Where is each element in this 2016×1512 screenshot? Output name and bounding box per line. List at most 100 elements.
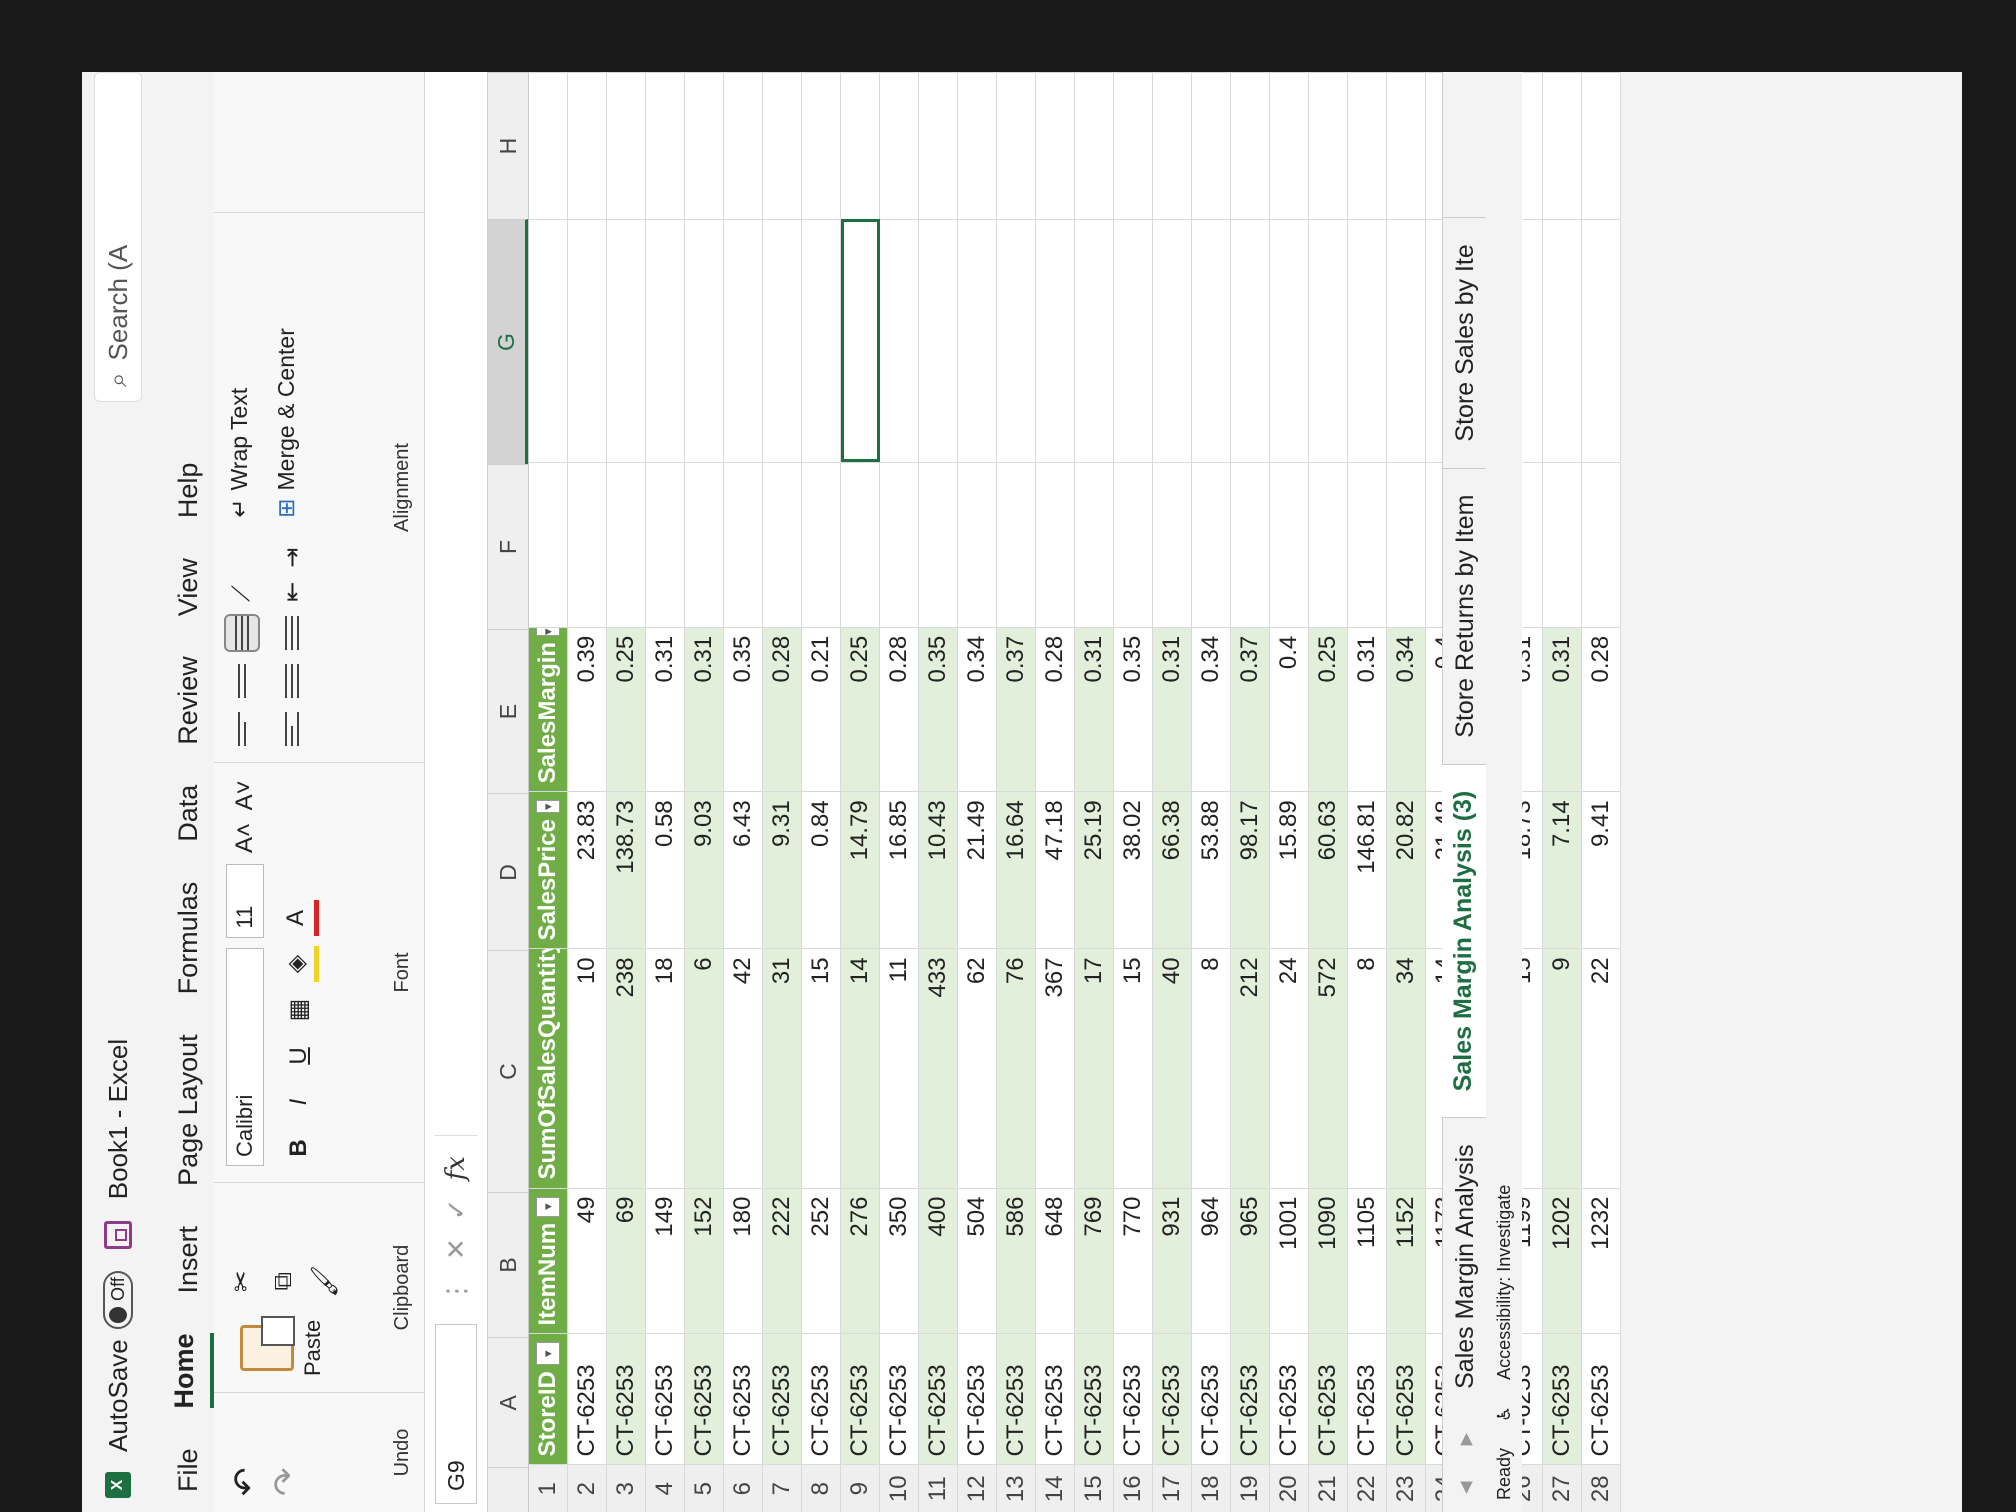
tab-review[interactable]: Review [173, 656, 214, 745]
tab-home[interactable]: Home [169, 1333, 214, 1409]
table-cell[interactable]: 149 [646, 1187, 685, 1334]
column-header[interactable]: H [488, 72, 528, 220]
table-cell[interactable]: 238 [607, 948, 646, 1188]
table-cell[interactable]: 9 [1543, 948, 1582, 1188]
row-number[interactable]: 21 [1309, 1464, 1348, 1512]
align-top-icon[interactable] [226, 712, 258, 746]
table-cell[interactable]: 9.03 [685, 791, 724, 949]
row-number[interactable]: 15 [1075, 1464, 1114, 1512]
table-cell[interactable]: 770 [1114, 1187, 1153, 1334]
table-cell[interactable]: 0.28 [880, 626, 919, 792]
empty-cell[interactable] [1036, 219, 1075, 463]
empty-cell[interactable] [1543, 462, 1582, 627]
table-cell[interactable]: CT-6253 [568, 1333, 607, 1465]
empty-cell[interactable] [1582, 462, 1621, 627]
table-cell[interactable]: 0.58 [646, 791, 685, 949]
table-cell[interactable]: 0.31 [646, 626, 685, 792]
redo-icon[interactable]: ↷ [266, 1468, 306, 1497]
underline-button[interactable]: U [281, 1038, 317, 1074]
align-middle-icon[interactable] [226, 664, 258, 698]
empty-cell[interactable] [841, 219, 880, 463]
font-size-select[interactable]: 11 [226, 864, 264, 938]
row-number[interactable]: 4 [646, 1464, 685, 1512]
row-number[interactable]: 10 [880, 1464, 919, 1512]
empty-cell[interactable] [1075, 219, 1114, 463]
format-painter-icon[interactable]: 🖌 [309, 1265, 340, 1298]
empty-cell[interactable] [646, 462, 685, 627]
empty-cell[interactable] [841, 462, 880, 627]
save-icon[interactable] [104, 1221, 132, 1250]
empty-cell[interactable] [763, 72, 802, 220]
empty-cell[interactable] [1192, 72, 1231, 220]
search-box[interactable]: ⌕ Search (A [94, 72, 142, 402]
table-cell[interactable]: 7.14 [1543, 791, 1582, 949]
table-cell[interactable]: CT-6253 [1231, 1333, 1270, 1465]
table-cell[interactable]: 47.18 [1036, 791, 1075, 949]
empty-cell[interactable] [1153, 219, 1192, 463]
empty-cell[interactable] [1153, 72, 1192, 220]
sheet-tab[interactable]: Store Sales by Ite [1443, 217, 1487, 468]
empty-cell[interactable] [997, 219, 1036, 463]
borders-icon[interactable]: ▦ [281, 992, 317, 1028]
table-cell[interactable]: 572 [1309, 948, 1348, 1188]
empty-cell[interactable] [607, 462, 646, 627]
table-cell[interactable]: 10.43 [919, 791, 958, 949]
table-cell[interactable]: 0.35 [724, 626, 763, 792]
empty-cell[interactable] [685, 72, 724, 220]
empty-cell[interactable] [997, 462, 1036, 627]
table-cell[interactable]: CT-6253 [997, 1333, 1036, 1465]
decrease-indent-icon[interactable]: ⇤ [278, 582, 307, 602]
empty-cell[interactable] [958, 462, 997, 627]
empty-cell[interactable] [1153, 462, 1192, 627]
table-cell[interactable]: 648 [1036, 1187, 1075, 1334]
empty-cell[interactable] [919, 72, 958, 220]
empty-cell[interactable] [763, 462, 802, 627]
empty-cell[interactable] [1075, 462, 1114, 627]
formula-input[interactable] [435, 72, 477, 1137]
table-cell[interactable]: 0.25 [1309, 626, 1348, 792]
table-cell[interactable]: 1090 [1309, 1187, 1348, 1334]
enter-icon[interactable]: ✓ [441, 1198, 472, 1220]
empty-cell[interactable] [1543, 72, 1582, 220]
accessibility-status[interactable]: Accessibility: Investigate [1494, 1185, 1515, 1380]
table-cell[interactable]: 367 [1036, 948, 1075, 1188]
table-cell[interactable]: 24 [1270, 948, 1309, 1188]
sheet-tab[interactable]: Sales Margin Analysis [1443, 1117, 1487, 1415]
row-number[interactable]: 8 [802, 1464, 841, 1512]
table-header-cell[interactable]: ItemNum ▾ [529, 1187, 568, 1334]
tab-formulas[interactable]: Formulas [173, 882, 214, 995]
table-cell[interactable]: 20.82 [1387, 791, 1426, 949]
empty-cell[interactable] [646, 72, 685, 220]
empty-cell[interactable] [802, 72, 841, 220]
table-cell[interactable]: 0.25 [607, 626, 646, 792]
filter-dropdown-icon[interactable]: ▾ [536, 1196, 560, 1217]
table-cell[interactable]: CT-6253 [685, 1333, 724, 1465]
name-box[interactable]: G9 [435, 1324, 477, 1504]
empty-cell[interactable] [880, 72, 919, 220]
align-center-icon[interactable] [276, 664, 308, 698]
empty-cell[interactable] [1309, 462, 1348, 627]
empty-cell[interactable] [880, 462, 919, 627]
empty-cell[interactable] [1231, 72, 1270, 220]
table-cell[interactable]: 276 [841, 1187, 880, 1334]
row-number[interactable]: 13 [997, 1464, 1036, 1512]
table-header-cell[interactable]: SalesMargin ▾ [529, 626, 568, 792]
table-cell[interactable]: 180 [724, 1187, 763, 1334]
table-cell[interactable]: 98.17 [1231, 791, 1270, 949]
empty-cell[interactable] [646, 219, 685, 463]
table-cell[interactable]: 0.31 [1075, 626, 1114, 792]
table-cell[interactable]: CT-6253 [1348, 1333, 1387, 1465]
table-cell[interactable]: 17 [1075, 948, 1114, 1188]
empty-cell[interactable] [841, 72, 880, 220]
italic-button[interactable]: I [281, 1084, 317, 1120]
empty-cell[interactable] [1192, 219, 1231, 463]
empty-cell[interactable] [685, 462, 724, 627]
select-all-corner[interactable] [488, 1467, 528, 1512]
table-cell[interactable]: 0.31 [1153, 626, 1192, 792]
table-cell[interactable]: 146.81 [1348, 791, 1387, 949]
empty-cell[interactable] [1192, 462, 1231, 627]
empty-cell[interactable] [1114, 462, 1153, 627]
empty-cell[interactable] [802, 462, 841, 627]
row-number[interactable]: 18 [1192, 1464, 1231, 1512]
empty-cell[interactable] [958, 219, 997, 463]
